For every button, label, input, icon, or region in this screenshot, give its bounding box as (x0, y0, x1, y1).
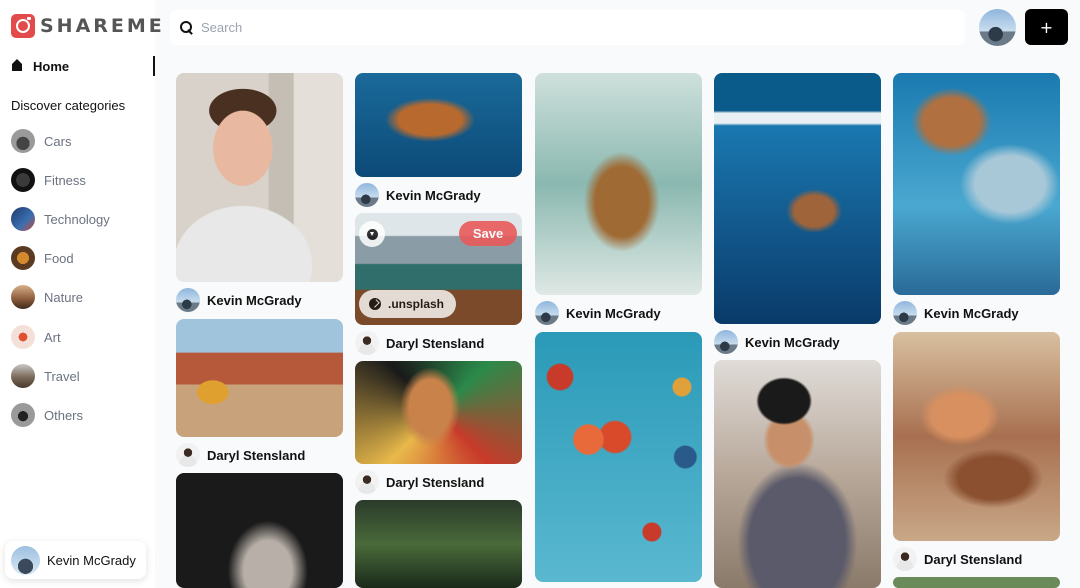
pin-author[interactable]: Kevin McGrady (355, 183, 481, 207)
pin-author[interactable]: Daryl Stensland (176, 443, 305, 467)
sidebar-item-label: Fitness (44, 172, 86, 188)
pin-author[interactable]: Daryl Stensland (893, 547, 1022, 571)
technology-thumbnail-icon (11, 207, 35, 231)
sidebar-item-label: Home (33, 58, 70, 74)
pin-author[interactable]: Kevin McGrady (535, 301, 661, 325)
home-icon (12, 59, 22, 71)
sidebar-item-label: Others (44, 407, 84, 423)
logo-text: SHAREME (40, 15, 165, 37)
pin-image[interactable] (535, 73, 702, 295)
pin-author[interactable]: Kevin McGrady (714, 330, 840, 354)
save-button[interactable]: Save (459, 221, 517, 246)
avatar (355, 331, 379, 355)
avatar (355, 470, 379, 494)
pin-image[interactable] (355, 361, 522, 464)
pin-image[interactable] (355, 500, 522, 588)
author-name: Kevin McGrady (386, 187, 481, 203)
pin-author[interactable]: Daryl Stensland (355, 470, 484, 494)
camera-icon (11, 14, 35, 38)
sidebar-item-others[interactable]: Others (11, 402, 83, 428)
avatar (355, 183, 379, 207)
sidebar-item-home[interactable]: Home (0, 56, 155, 76)
avatar (893, 547, 917, 571)
author-name: Kevin McGrady (924, 305, 1019, 321)
author-name: Kevin McGrady (207, 292, 302, 308)
pin-author[interactable]: Kevin McGrady (893, 301, 1019, 325)
art-thumbnail-icon (11, 325, 35, 349)
pin-image[interactable] (355, 73, 522, 177)
avatar[interactable] (979, 9, 1016, 46)
author-name: Daryl Stensland (924, 551, 1023, 567)
author-name: Kevin McGrady (566, 305, 661, 321)
download-icon (366, 228, 378, 240)
download-button[interactable] (359, 221, 385, 247)
pin-image[interactable] (714, 360, 881, 588)
author-name: Daryl Stensland (207, 447, 306, 463)
sidebar-item-cars[interactable]: Cars (11, 128, 71, 154)
source-link[interactable]: .unsplash (359, 290, 456, 318)
avatar (535, 301, 559, 325)
sidebar-item-fitness[interactable]: Fitness (11, 167, 86, 193)
pin-author[interactable]: Daryl Stensland (355, 331, 484, 355)
pin-author[interactable]: Kevin McGrady (176, 288, 302, 312)
others-thumbnail-icon (11, 403, 35, 427)
create-pin-button[interactable]: + (1025, 9, 1068, 45)
sidebar: SHAREME Home Discover categories Cars Fi… (0, 0, 162, 588)
pin-image[interactable] (893, 73, 1060, 295)
avatar (714, 330, 738, 354)
author-name: Daryl Stensland (386, 474, 485, 490)
sidebar-item-nature[interactable]: Nature (11, 284, 83, 310)
author-name: Daryl Stensland (386, 335, 485, 351)
nature-thumbnail-icon (11, 285, 35, 309)
sidebar-item-label: Art (44, 329, 61, 345)
pin-image[interactable] (176, 319, 343, 437)
sidebar-item-art[interactable]: Art (11, 324, 61, 350)
pin-image[interactable] (893, 577, 1060, 588)
pin-image[interactable] (176, 73, 343, 282)
user-profile-link[interactable]: Kevin McGrady (5, 541, 146, 579)
arrow-link-icon (369, 298, 381, 310)
food-thumbnail-icon (11, 246, 35, 270)
travel-thumbnail-icon (11, 364, 35, 388)
discover-categories-heading: Discover categories (11, 98, 126, 113)
sidebar-item-travel[interactable]: Travel (11, 363, 80, 389)
avatar (11, 545, 40, 575)
sidebar-item-technology[interactable]: Technology (11, 206, 110, 232)
sidebar-item-label: Travel (44, 368, 80, 384)
sidebar-item-label: Cars (44, 133, 72, 149)
avatar (176, 288, 200, 312)
pin-image[interactable] (714, 73, 881, 324)
author-name: Kevin McGrady (745, 334, 840, 350)
sidebar-item-label: Technology (44, 211, 110, 227)
search-bar (170, 10, 965, 45)
sidebar-item-food[interactable]: Food (11, 245, 74, 271)
fitness-thumbnail-icon (11, 168, 35, 192)
sidebar-item-label: Food (44, 250, 74, 266)
user-name: Kevin McGrady (47, 552, 136, 568)
pin-image[interactable] (176, 473, 343, 588)
search-icon (180, 21, 193, 34)
search-input[interactable] (201, 20, 901, 35)
avatar (176, 443, 200, 467)
sidebar-item-label: Nature (44, 289, 84, 305)
pin-image[interactable] (535, 332, 702, 582)
pin-image[interactable] (893, 332, 1060, 541)
source-link-label: .unsplash (388, 297, 445, 311)
logo[interactable]: SHAREME (11, 14, 165, 38)
avatar (893, 301, 917, 325)
car-thumbnail-icon (11, 129, 35, 153)
